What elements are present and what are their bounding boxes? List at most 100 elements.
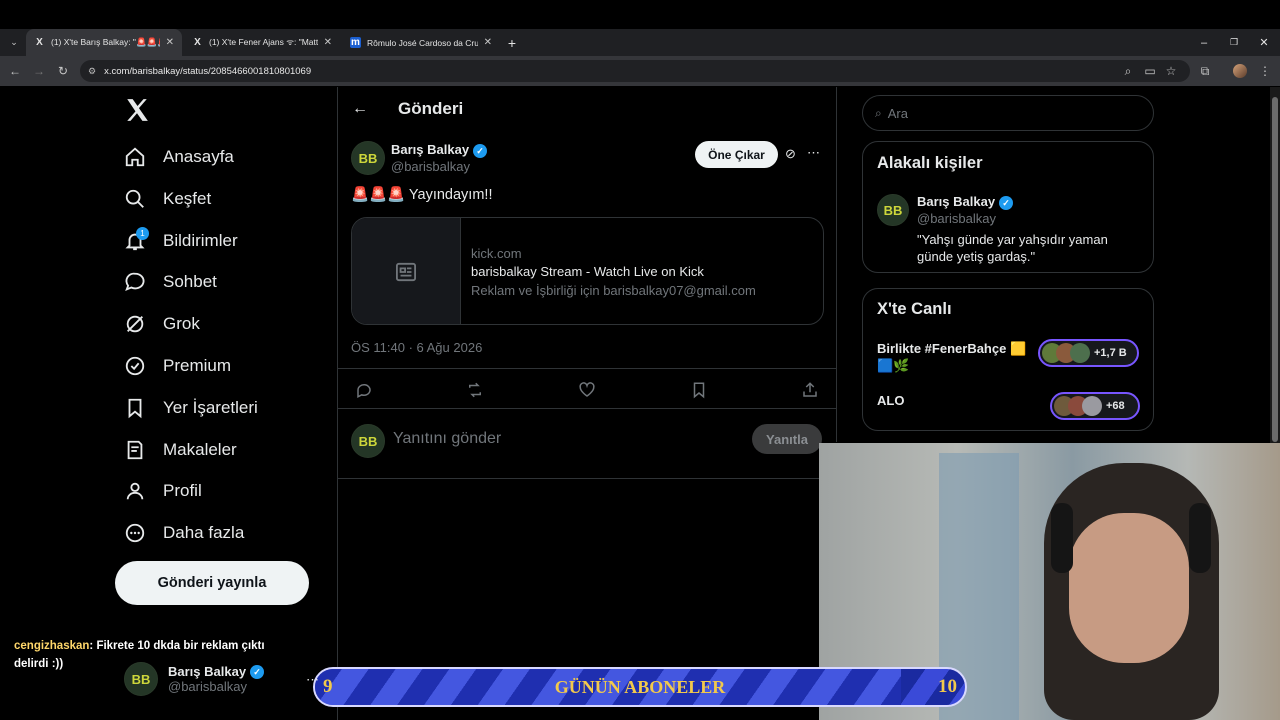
participant-count: +68 xyxy=(1106,400,1125,412)
nav-label: Daha fazla xyxy=(163,523,245,542)
article-icon xyxy=(124,439,146,461)
live-participants[interactable]: +1,7 B xyxy=(1038,339,1139,367)
boost-button[interactable]: Öne Çıkar xyxy=(695,141,778,168)
screen-top-bar xyxy=(0,0,1280,29)
address-bar[interactable]: ⚙ x.com/barisbalkay/status/2085466001810… xyxy=(80,60,1190,82)
minimize-icon[interactable]: – xyxy=(1196,29,1212,56)
reply-icon[interactable] xyxy=(354,380,374,400)
home-icon xyxy=(124,146,146,168)
section-title: X'te Canlı xyxy=(877,300,952,318)
divider xyxy=(836,87,837,442)
headphones-icon xyxy=(1189,503,1211,573)
nav-notifications[interactable]: 1 Bildirimler xyxy=(124,225,238,257)
share-icon[interactable] xyxy=(800,380,820,400)
nav-home[interactable]: Anasayfa xyxy=(124,141,234,173)
scrollbar-thumb[interactable] xyxy=(1272,97,1278,442)
back-arrow-icon[interactable]: ← xyxy=(7,63,23,79)
nav-profile[interactable]: Profil xyxy=(124,475,202,507)
notification-badge: 1 xyxy=(136,227,149,240)
nav-bookmarks[interactable]: Yer İşaretleri xyxy=(124,392,258,424)
bookmark-icon[interactable] xyxy=(689,380,709,400)
tab-romulo[interactable]: m Rômulo José Cardoso da Cruz ✕ xyxy=(342,29,500,56)
nav-grok[interactable]: Grok xyxy=(124,308,200,340)
live-item-label[interactable]: ALO xyxy=(877,393,904,408)
new-tab-plus-icon[interactable]: + xyxy=(502,29,522,56)
nav-label: Yer İşaretleri xyxy=(163,398,258,417)
more-options-icon[interactable]: ⋯ xyxy=(306,672,319,688)
avatar[interactable]: BB xyxy=(351,141,385,175)
link-title: barisbalkay Stream - Watch Live on Kick xyxy=(471,264,704,279)
link-domain: kick.com xyxy=(471,246,522,261)
menu-dots-icon[interactable]: ⋮ xyxy=(1257,63,1273,79)
x-logo-icon[interactable] xyxy=(124,97,150,123)
tab-title: (1) X'te Barış Balkay: "🚨🚨🚨 xyxy=(51,37,160,47)
nav-chat[interactable]: Sohbet xyxy=(124,266,217,298)
tab-bar: ⌄ X (1) X'te Barış Balkay: "🚨🚨🚨 ✕ X (1) … xyxy=(0,29,1280,56)
search-input[interactable]: ⌕ Ara xyxy=(862,95,1154,131)
verified-badge-icon: ✓ xyxy=(999,195,1014,210)
live-item-label[interactable]: Birlikte #FenerBahçe 🟨🟦🌿 xyxy=(877,340,1029,374)
divider xyxy=(337,478,836,479)
site-info-icon[interactable]: ⚙ xyxy=(88,66,96,77)
zoom-icon[interactable]: ⌕ xyxy=(1120,63,1136,79)
tab-fener[interactable]: X (1) X'te Fener Ajans ᯤ: "Matteo ✕ xyxy=(184,29,340,56)
restore-icon[interactable]: ❐ xyxy=(1226,29,1242,56)
reply-button[interactable]: Yanıtla xyxy=(752,424,822,454)
related-handle: @barisbalkay xyxy=(917,211,996,226)
live-card: X'te Canlı Birlikte #FenerBahçe 🟨🟦🌿 +1,7… xyxy=(862,288,1154,431)
author-name: Barış Balkay xyxy=(391,142,470,157)
nav-label: Anasayfa xyxy=(163,147,234,166)
back-arrow-icon[interactable]: ← xyxy=(352,100,368,118)
more-options-icon[interactable]: ⋯ xyxy=(807,145,823,161)
account-handle: @barisbalkay xyxy=(168,679,247,695)
nav-label: Bildirimler xyxy=(163,231,238,250)
page-title: Gönderi xyxy=(398,99,464,118)
participant-count: +1,7 B xyxy=(1094,347,1127,359)
url-text: x.com/barisbalkay/status/208546600181080… xyxy=(104,65,312,77)
section-title: Alakalı kişiler xyxy=(877,154,983,172)
tweet-text: 🚨🚨🚨 Yayındayım!! xyxy=(351,187,493,203)
chat-icon xyxy=(124,271,146,293)
tab-active[interactable]: X (1) X'te Barış Balkay: "🚨🚨🚨 ✕ xyxy=(26,29,182,56)
nav-premium[interactable]: Premium xyxy=(124,350,231,382)
reply-input[interactable]: Yanıtını gönder xyxy=(393,430,501,448)
avatar[interactable]: BB xyxy=(877,194,909,226)
related-name: Barış Balkay xyxy=(917,194,996,209)
post-button[interactable]: Gönderi yayınla xyxy=(115,561,309,605)
article-placeholder-icon xyxy=(352,218,461,324)
forward-arrow-icon[interactable]: → xyxy=(31,63,47,79)
tweet-timestamp[interactable]: ÖS 11:40 · 6 Ağu 2026 xyxy=(351,340,482,355)
cast-icon[interactable]: ▭ xyxy=(1142,63,1158,79)
reload-icon[interactable]: ↻ xyxy=(55,63,71,79)
close-icon[interactable]: ✕ xyxy=(166,37,174,48)
profile-avatar-icon[interactable] xyxy=(1232,63,1248,79)
grok-icon[interactable]: ⊘ xyxy=(785,146,801,162)
link-card[interactable]: kick.com barisbalkay Stream - Watch Live… xyxy=(351,217,824,325)
related-name-row[interactable]: Barış Balkay ✓ xyxy=(917,194,1014,210)
divider xyxy=(337,87,338,720)
premium-icon xyxy=(124,355,146,377)
nav-explore[interactable]: Keşfet xyxy=(124,183,211,215)
like-heart-icon[interactable] xyxy=(577,380,597,400)
x-logo-icon: X xyxy=(36,37,43,48)
retweet-icon[interactable] xyxy=(465,380,485,400)
avatar xyxy=(1082,396,1102,416)
author-name-row[interactable]: Barış Balkay ✓ xyxy=(391,142,488,158)
author-handle[interactable]: @barisbalkay xyxy=(391,159,470,174)
avatar xyxy=(1070,343,1090,363)
nav-label: Premium xyxy=(163,356,232,375)
tab-title: (1) X'te Fener Ajans ᯤ: "Matteo xyxy=(209,37,318,47)
nav-more[interactable]: Daha fazla xyxy=(124,517,244,549)
tab-search-button[interactable]: ⌄ xyxy=(4,29,24,56)
nav-articles[interactable]: Makaleler xyxy=(124,434,237,466)
extensions-icon[interactable]: ⧉ xyxy=(1197,63,1213,79)
banner-title: GÜNÜN ABONELER xyxy=(554,677,726,697)
close-icon[interactable]: ✕ xyxy=(324,37,332,48)
star-icon[interactable]: ☆ xyxy=(1163,63,1179,79)
nav-label: Profil xyxy=(163,481,202,500)
nav-label: Grok xyxy=(163,314,200,333)
live-participants[interactable]: +68 xyxy=(1050,392,1140,420)
stream-chat-message: cengizhaskan: Fikrete 10 dkda bir reklam… xyxy=(14,637,294,673)
close-icon[interactable]: ✕ xyxy=(484,37,492,48)
window-close-icon[interactable]: ✕ xyxy=(1256,29,1272,56)
